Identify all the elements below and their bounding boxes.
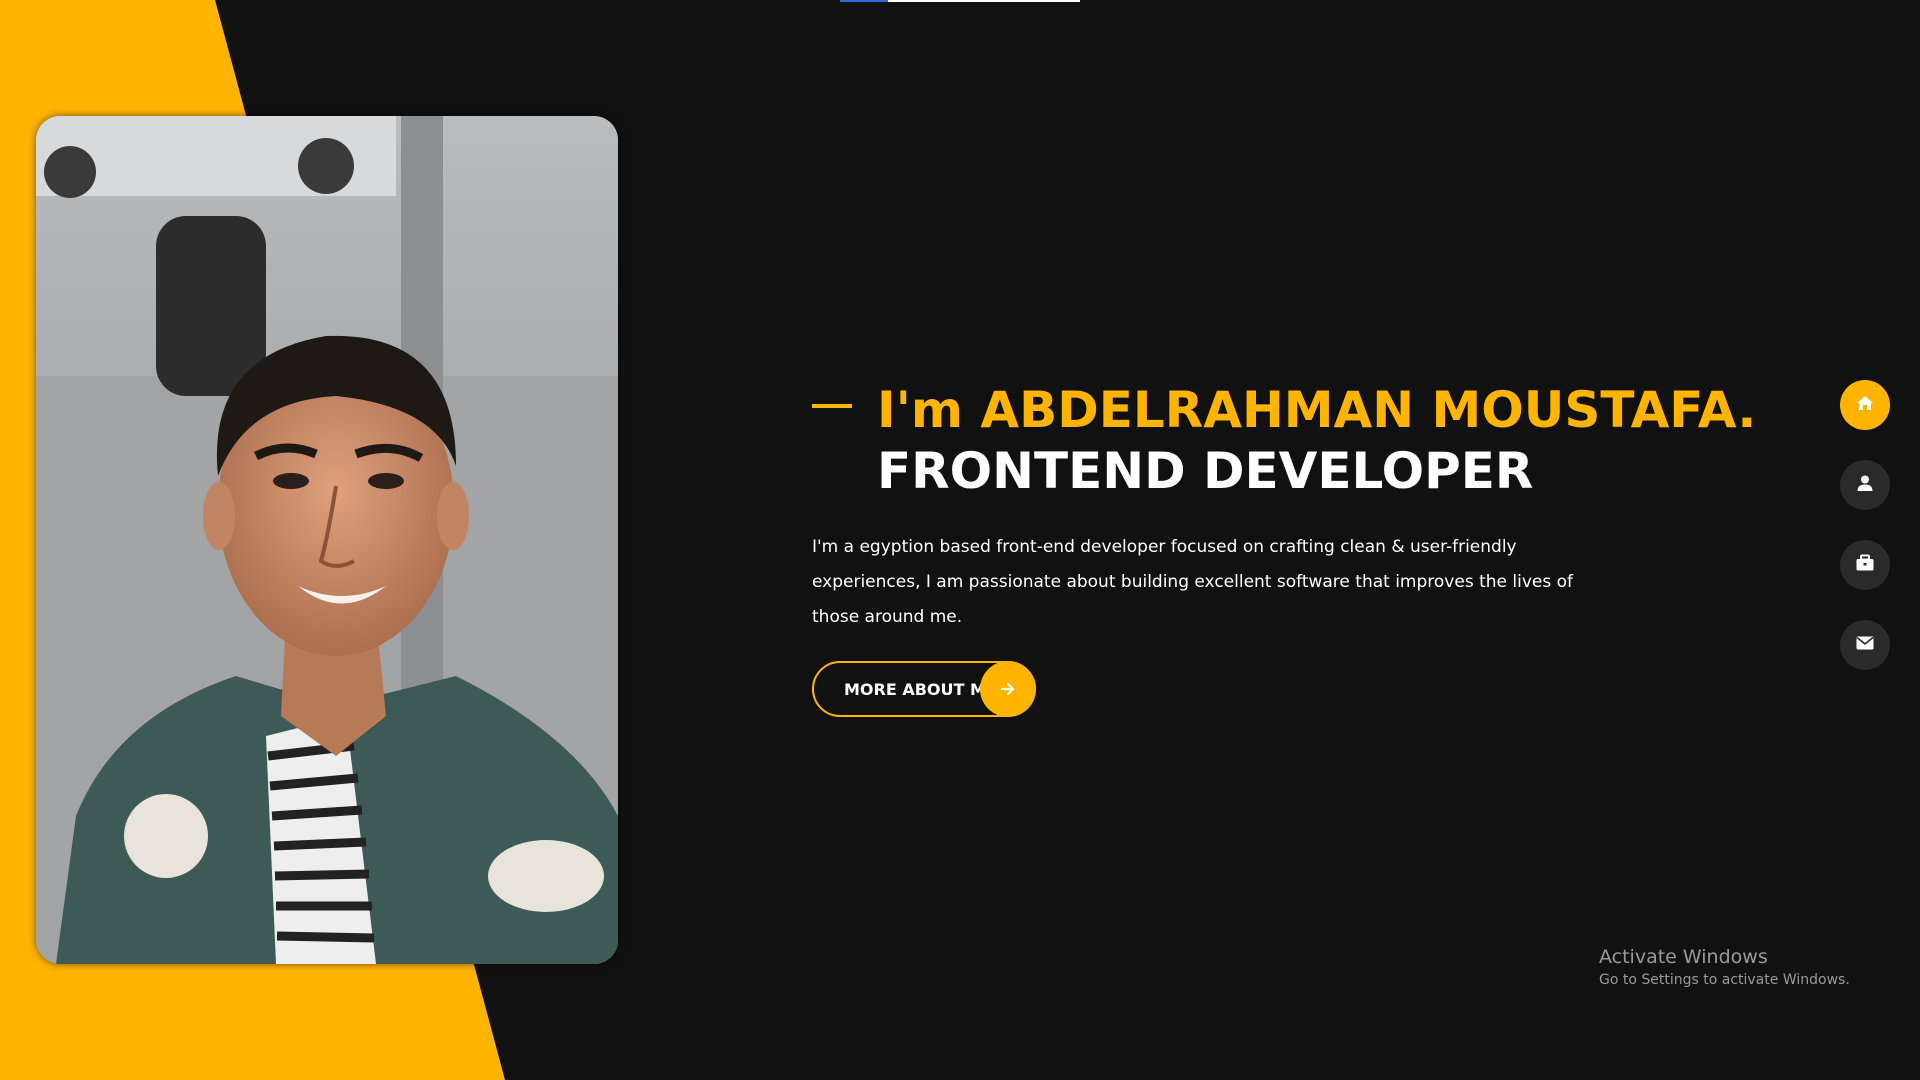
windows-activation-watermark: Activate Windows Go to Settings to activ… — [1599, 944, 1850, 990]
envelope-icon — [1856, 636, 1874, 655]
side-navigation — [1840, 380, 1890, 700]
nav-portfolio-button[interactable] — [1840, 540, 1890, 590]
user-icon — [1856, 474, 1874, 497]
scroll-progress-bar — [840, 0, 1080, 2]
portrait-photo — [36, 116, 618, 964]
hero-title: I'm ABDELRAHMAN MOUSTAFA. FRONTEND DEVEL… — [812, 380, 1757, 502]
more-about-me-button[interactable]: MORE ABOUT ME — [812, 661, 1036, 717]
portrait-illustration — [36, 116, 618, 964]
more-about-me-label: MORE ABOUT ME — [844, 679, 997, 699]
nav-about-button[interactable] — [1840, 460, 1890, 510]
nav-contact-button[interactable] — [1840, 620, 1890, 670]
home-page: I'm ABDELRAHMAN MOUSTAFA. FRONTEND DEVEL… — [0, 0, 1920, 1080]
hero-role: FRONTEND DEVELOPER — [877, 442, 1534, 500]
home-icon — [1855, 393, 1875, 418]
arrow-right-icon — [980, 661, 1036, 717]
hero-bio: I'm a egyption based front-end developer… — [812, 537, 1573, 627]
hero-section: I'm ABDELRAHMAN MOUSTAFA. FRONTEND DEVEL… — [812, 380, 1757, 635]
nav-home-button[interactable] — [1840, 380, 1890, 430]
hero-greeting: I'm ABDELRAHMAN MOUSTAFA. — [877, 381, 1757, 439]
briefcase-icon — [1855, 554, 1875, 577]
scroll-progress-fill — [840, 0, 888, 2]
title-dash-accent — [812, 404, 852, 408]
watermark-subtitle: Go to Settings to activate Windows. — [1599, 972, 1850, 988]
watermark-title: Activate Windows — [1599, 946, 1768, 968]
